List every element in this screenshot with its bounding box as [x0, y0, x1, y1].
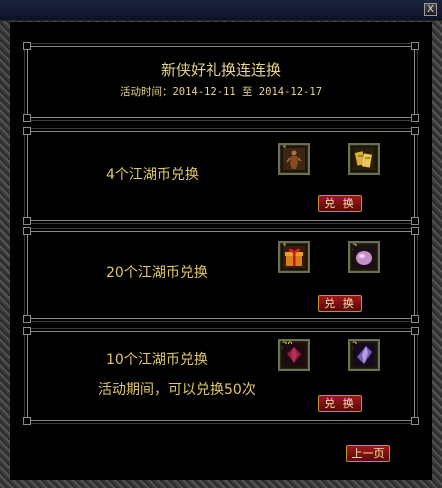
title-bar[interactable]: X	[0, 0, 442, 21]
gift-box-icon	[283, 246, 305, 268]
figure-statue-icon	[283, 148, 305, 170]
item-slot[interactable]	[348, 143, 380, 175]
offer-cost: 20个江湖币兑换	[106, 265, 208, 281]
item-slot[interactable]: 3	[348, 241, 380, 273]
offer-panel-1: 4个江湖币兑换 1 兑 换	[23, 127, 419, 225]
pink-gem-icon	[353, 246, 375, 268]
item-slot[interactable]: 1	[278, 241, 310, 273]
offer-panel-2: 20个江湖币兑换 1 3 兑 换	[23, 227, 419, 323]
gold-scrolls-icon	[353, 148, 375, 170]
offer-panel-3: 10个江湖币兑换 活动期间，可以兑换50次 30 2 兑 换	[23, 327, 419, 425]
red-jewel-icon	[283, 344, 305, 366]
close-button[interactable]: X	[424, 3, 437, 16]
exchange-button[interactable]: 兑 换	[318, 295, 362, 312]
event-title: 新侠好礼换连连换	[160, 61, 281, 79]
prev-page-button[interactable]: 上一页	[346, 445, 390, 462]
item-slot[interactable]: 30	[278, 339, 310, 371]
event-time: 活动时间：2014-12-11 至 2014-12-17	[119, 86, 323, 98]
item-slot[interactable]: 2	[348, 339, 380, 371]
exchange-button[interactable]: 兑 换	[318, 395, 362, 412]
offer-cost: 4个江湖币兑换	[106, 167, 199, 183]
exchange-button[interactable]: 兑 换	[318, 195, 362, 212]
header-panel: 新侠好礼换连连换 活动时间：2014-12-11 至 2014-12-17	[23, 42, 419, 122]
offer-cost: 10个江湖币兑换	[106, 352, 208, 368]
item-slot[interactable]: 1	[278, 143, 310, 175]
purple-crystal-icon	[353, 344, 375, 366]
exchange-limit-note: 活动期间，可以兑换50次	[98, 382, 256, 398]
